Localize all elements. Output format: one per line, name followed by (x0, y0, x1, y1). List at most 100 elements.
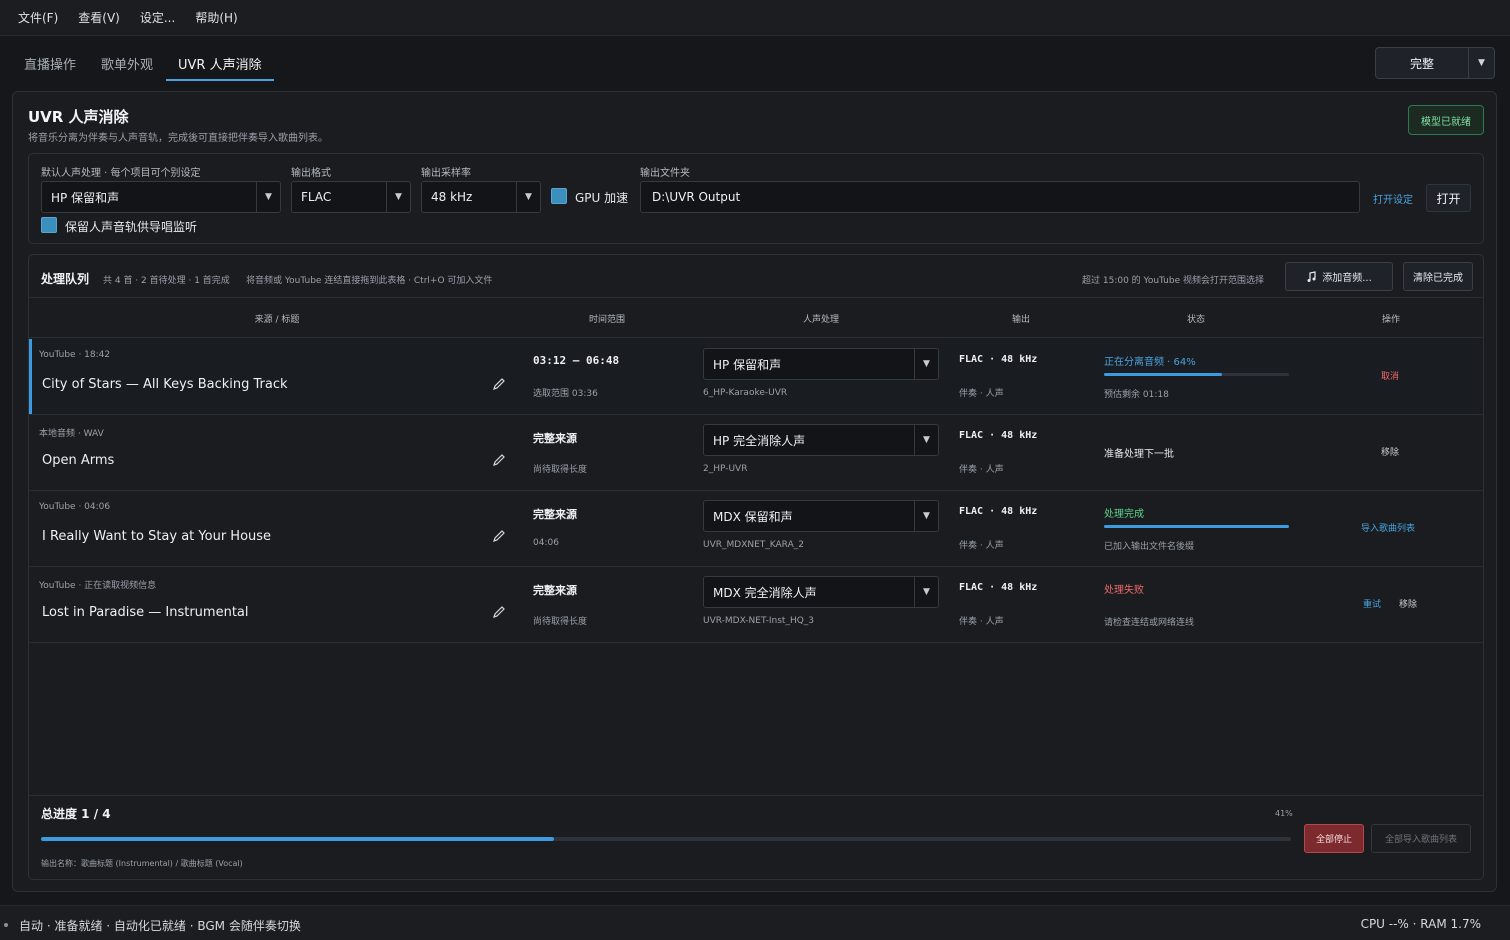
cancel-button[interactable]: 取消 (1381, 369, 1399, 382)
table-row[interactable]: YouTube · 04:06 I Really Want to Stay at… (29, 491, 1483, 567)
chevron-down-icon[interactable]: ▼ (914, 425, 938, 455)
output-format: FLAC · 48 kHz (959, 354, 1038, 365)
status-text-left: 自动 · 准备就绪 · 自动化已就绪 · BGM 会随伴奏切换 (19, 919, 301, 933)
status-progress-bar (1104, 525, 1289, 528)
menu-bar: 文件(F) 查看(V) 设定... 帮助(H) (0, 0, 1510, 36)
source-meta: 本地音频 · WAV (39, 429, 104, 439)
output-folder-value: D:\UVR Output (652, 190, 741, 204)
format-label: 输出格式 (291, 168, 331, 179)
remove-button[interactable]: 移除 (1399, 597, 1417, 610)
chevron-down-icon[interactable]: ▼ (256, 182, 280, 212)
chevron-down-icon[interactable]: ▼ (914, 501, 938, 531)
tab-uvr-vocal-removal[interactable]: UVR 人声消除 (166, 54, 274, 81)
row-vocal-value: MDX 完全消除人声 (713, 585, 817, 600)
table-row[interactable]: YouTube · 18:42 City of Stars — All Keys… (29, 339, 1483, 415)
status-text: 处理失败 (1104, 585, 1144, 596)
tab-live-control[interactable]: 直播操作 (12, 54, 88, 81)
output-format: FLAC · 48 kHz (959, 506, 1038, 517)
queue-hint: 将音频或 YouTube 连结直接拖到此表格 · Ctrl+O 可加入文件 (246, 276, 493, 286)
open-settings-link[interactable]: 打开设定 (1373, 191, 1413, 206)
queue-header: 处理队列 共 4 首 · 2 首待处理 · 1 首完成 将音频或 YouTube… (29, 255, 1483, 298)
output-tracks: 伴奏 · 人声 (959, 465, 1004, 475)
status-sub: 预估剩余 01:18 (1104, 390, 1169, 400)
time-sub: 04:06 (533, 538, 559, 548)
queue-count: 共 4 首 · 2 首待处理 · 1 首完成 (103, 276, 230, 286)
panel-title: UVR 人声消除 (28, 108, 129, 126)
output-format: FLAC · 48 kHz (959, 582, 1038, 593)
row-vocal-select[interactable]: MDX 完全消除人声 ▼ (703, 576, 939, 608)
chevron-down-icon[interactable]: ▼ (516, 182, 540, 212)
output-folder-input[interactable]: D:\UVR Output (640, 181, 1360, 213)
chevron-down-icon[interactable]: ▼ (386, 182, 410, 212)
table-row[interactable]: 本地音频 · WAV Open Arms 完整来源 尚待取得长度 HP 完全消除… (29, 415, 1483, 491)
status-text: 正在分离音频 · 64% (1104, 357, 1196, 368)
stop-all-button[interactable]: 全部停止 (1304, 824, 1364, 853)
time-range: 完整来源 (533, 432, 577, 445)
model-name: 2_HP-UVR (703, 464, 748, 474)
table-row[interactable]: YouTube · 正在读取视频信息 Lost in Paradise — In… (29, 567, 1483, 643)
status-sub: 已加入输出文件名後缀 (1104, 542, 1195, 552)
edit-icon[interactable] (491, 604, 507, 620)
status-progress-fill (1104, 525, 1289, 528)
remove-button[interactable]: 移除 (1381, 445, 1399, 458)
add-audio-button[interactable]: 添加音频... (1285, 262, 1393, 291)
row-vocal-value: HP 完全消除人声 (713, 433, 806, 448)
time-range: 完整来源 (533, 508, 577, 521)
output-tracks: 伴奏 · 人声 (959, 541, 1004, 551)
gpu-checkbox[interactable] (551, 188, 567, 204)
mode-dropdown[interactable]: 完整 ▼ (1375, 47, 1495, 79)
settings-box: 默认人声处理 · 每个项目可个别设定 HP 保留和声 ▼ 输出格式 FLAC ▼… (28, 153, 1484, 244)
status-progress-fill (1104, 373, 1223, 376)
chevron-down-icon[interactable]: ▼ (914, 577, 938, 607)
sample-rate-value: 48 kHz (431, 190, 473, 204)
chevron-down-icon[interactable]: ▼ (1469, 58, 1494, 68)
keep-vocal-label: 保留人声音轨供导唱监听 (65, 220, 198, 234)
edit-icon[interactable] (491, 452, 507, 468)
menu-file[interactable]: 文件(F) (10, 9, 66, 26)
model-name: UVR_MDXNET_KARA_2 (703, 540, 804, 550)
output-format: FLAC · 48 kHz (959, 430, 1038, 441)
row-vocal-select[interactable]: MDX 保留和声 ▼ (703, 500, 939, 532)
menu-settings[interactable]: 设定... (132, 9, 183, 26)
time-range: 03:12 – 06:48 (533, 354, 620, 367)
edit-icon[interactable] (491, 528, 507, 544)
default-vocal-select[interactable]: HP 保留和声 ▼ (41, 181, 281, 213)
edit-icon[interactable] (491, 376, 507, 392)
format-select[interactable]: FLAC ▼ (291, 181, 411, 213)
uvr-panel: UVR 人声消除 将音乐分离为伴奏与人声音轨，完成後可直接把伴奏导入歌曲列表。 … (12, 91, 1497, 892)
time-sub: 尚待取得长度 (533, 465, 588, 475)
keep-vocal-checkbox[interactable] (41, 217, 57, 233)
sample-rate-select[interactable]: 48 kHz ▼ (421, 181, 541, 213)
overall-progress-percent: 41% (1275, 809, 1293, 818)
queue-title: 处理队列 (41, 272, 90, 286)
source-title: Open Arms (42, 453, 115, 468)
menu-view[interactable]: 查看(V) (70, 9, 128, 26)
source-meta: YouTube · 18:42 (39, 350, 111, 360)
overall-progress-title: 总进度 1 / 4 (41, 807, 111, 821)
processing-queue: 处理队列 共 4 首 · 2 首待处理 · 1 首完成 将音频或 YouTube… (28, 254, 1484, 880)
tab-bar: 直播操作 歌单外观 UVR 人声消除 (0, 36, 1510, 91)
gpu-label: GPU 加速 (575, 191, 629, 205)
chevron-down-icon[interactable]: ▼ (914, 349, 938, 379)
format-value: FLAC (301, 190, 332, 204)
status-text: 处理完成 (1104, 509, 1144, 520)
open-folder-button[interactable]: 打开 (1426, 184, 1471, 212)
row-vocal-select[interactable]: HP 保留和声 ▼ (703, 348, 939, 380)
col-status: 状态 (1186, 315, 1206, 325)
status-bar: 自动 · 准备就绪 · 自动化已就绪 · BGM 会随伴奏切换 CPU --% … (0, 905, 1510, 940)
overall-progress-fill (41, 837, 554, 841)
import-all-button[interactable]: 全部导入歌曲列表 (1371, 824, 1471, 853)
status-dot-icon (4, 923, 8, 927)
row-vocal-select[interactable]: HP 完全消除人声 ▼ (703, 424, 939, 456)
import-to-playlist-link[interactable]: 导入歌曲列表 (1361, 521, 1415, 534)
mode-label[interactable]: 完整 (1376, 55, 1468, 72)
retry-button[interactable]: 重试 (1363, 597, 1381, 610)
menu-help[interactable]: 帮助(H) (187, 9, 245, 26)
status-sub: 请检查连结或网络连线 (1104, 618, 1195, 628)
youtube-range-hint: 超过 15:00 的 YouTube 视频会打开范围选择 (1082, 276, 1264, 286)
time-sub: 选取范围 03:36 (533, 389, 598, 399)
tab-playlist-appearance[interactable]: 歌单外观 (89, 54, 165, 81)
panel-subtitle: 将音乐分离为伴奏与人声音轨，完成後可直接把伴奏导入歌曲列表。 (28, 133, 328, 144)
clear-completed-button[interactable]: 清除已完成 (1403, 262, 1473, 291)
default-vocal-value: HP 保留和声 (51, 190, 120, 205)
